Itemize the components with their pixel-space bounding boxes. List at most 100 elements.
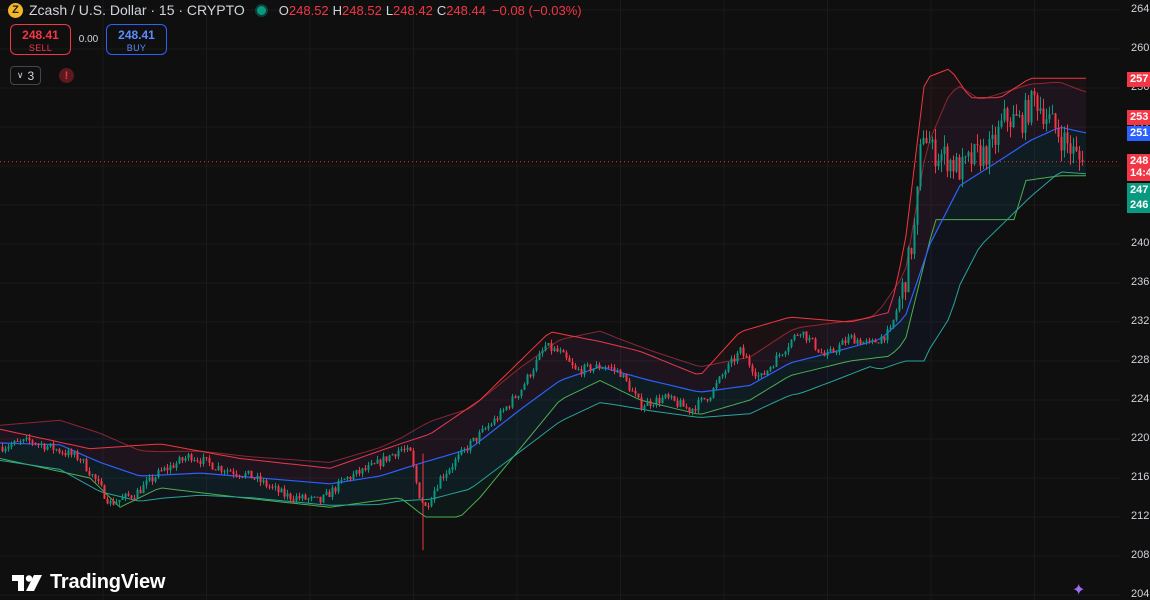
candle-body	[931, 139, 934, 143]
price-tag: 253	[1127, 109, 1150, 125]
candle-body	[784, 351, 787, 355]
high-value: 248.52	[342, 2, 382, 18]
candle-body	[520, 389, 523, 397]
price-scale-label: 212	[1131, 510, 1150, 522]
close-label: C	[436, 2, 447, 18]
candle-body	[466, 448, 469, 451]
candle-body	[832, 348, 835, 352]
candle-body	[541, 350, 544, 354]
candle-body	[196, 460, 199, 462]
candle-body	[490, 424, 493, 426]
candle-body	[448, 469, 451, 474]
candle-body	[559, 350, 562, 352]
candle-body	[619, 369, 622, 378]
candle-body	[79, 459, 82, 461]
candle-body	[883, 336, 886, 341]
candle-body	[4, 448, 7, 452]
candle-body	[163, 467, 166, 471]
candle-body	[895, 310, 898, 320]
candle-body	[730, 358, 733, 364]
candle-body	[391, 454, 394, 456]
candle-body	[751, 365, 754, 373]
symbol-title[interactable]: Zcash / U.S. Dollar · 15 · CRYPTO	[29, 2, 245, 18]
candle-body	[637, 393, 640, 398]
candle-body	[928, 142, 931, 144]
candle-body	[1054, 113, 1057, 128]
candle-body	[400, 449, 403, 451]
high-label: H	[332, 2, 343, 18]
candle-body	[67, 450, 70, 456]
candle-body	[901, 282, 904, 299]
candle-body	[532, 370, 535, 377]
candle-body	[475, 437, 478, 441]
candle-body	[757, 375, 760, 377]
candle-body	[1021, 115, 1024, 133]
candle-body	[418, 482, 421, 499]
market-status-icon[interactable]	[256, 5, 266, 15]
candle-body	[223, 471, 226, 473]
tradingview-logo[interactable]: TradingView	[12, 571, 165, 594]
buy-button[interactable]: 248.41 BUY	[106, 24, 167, 55]
candle-body	[232, 471, 235, 474]
candle-body	[82, 459, 85, 461]
flash-icon[interactable]: ✦	[1072, 580, 1098, 600]
candle-body	[721, 374, 724, 377]
candle-body	[517, 396, 520, 398]
candle-body	[172, 465, 175, 468]
candle-body	[991, 134, 994, 140]
candle-body	[898, 298, 901, 311]
candle-body	[556, 348, 559, 352]
candle-body	[718, 376, 721, 383]
candle-body	[538, 353, 541, 360]
candle-body	[325, 491, 328, 495]
candle-body	[10, 444, 13, 447]
candle-body	[565, 352, 568, 358]
candle-body	[874, 339, 877, 343]
candle-body	[808, 337, 811, 341]
candle-body	[709, 397, 712, 401]
candle-body	[1072, 146, 1075, 154]
candle-body	[601, 368, 604, 370]
candle-body	[43, 443, 46, 450]
alert-icon[interactable]: !	[59, 68, 74, 83]
sell-button[interactable]: 248.41 SELL	[10, 24, 71, 55]
candle-body	[256, 475, 259, 480]
candle-body	[388, 455, 391, 461]
price-tag: 247	[1127, 182, 1150, 198]
symbol-legend: Z Zcash / U.S. Dollar · 15 · CRYPTO O 248…	[8, 0, 582, 20]
candle-body	[319, 496, 322, 503]
candle-body	[424, 502, 427, 506]
candle-body	[1003, 108, 1006, 121]
candle-body	[763, 373, 766, 375]
price-scale-label: 228	[1131, 354, 1150, 366]
candle-body	[529, 374, 532, 377]
price-scale-label: 208	[1131, 549, 1150, 561]
candle-body	[1063, 132, 1066, 151]
candle-body	[844, 340, 847, 344]
candle-body	[283, 488, 286, 497]
candle-body	[205, 457, 208, 459]
indicators-toggle[interactable]: ∨ 3	[10, 66, 41, 85]
candle-body	[961, 156, 964, 180]
candle-body	[61, 452, 64, 454]
candle-body	[940, 154, 943, 161]
candle-body	[772, 366, 775, 368]
candle-body	[553, 348, 556, 351]
candle-body	[142, 484, 145, 494]
candle-body	[631, 390, 634, 392]
candle-body	[742, 347, 745, 356]
candle-body	[322, 494, 325, 503]
candle-body	[781, 354, 784, 356]
candle-body	[37, 444, 40, 446]
candle-body	[1057, 127, 1060, 137]
candle-body	[211, 462, 214, 470]
candle-body	[40, 443, 43, 445]
price-chart[interactable]	[0, 0, 1150, 600]
candle-body	[691, 408, 694, 413]
candle-body	[892, 319, 895, 328]
candle-body	[118, 499, 121, 503]
candle-body	[178, 457, 181, 464]
candle-body	[814, 338, 817, 350]
candle-body	[805, 331, 808, 341]
candle-body	[829, 348, 832, 352]
